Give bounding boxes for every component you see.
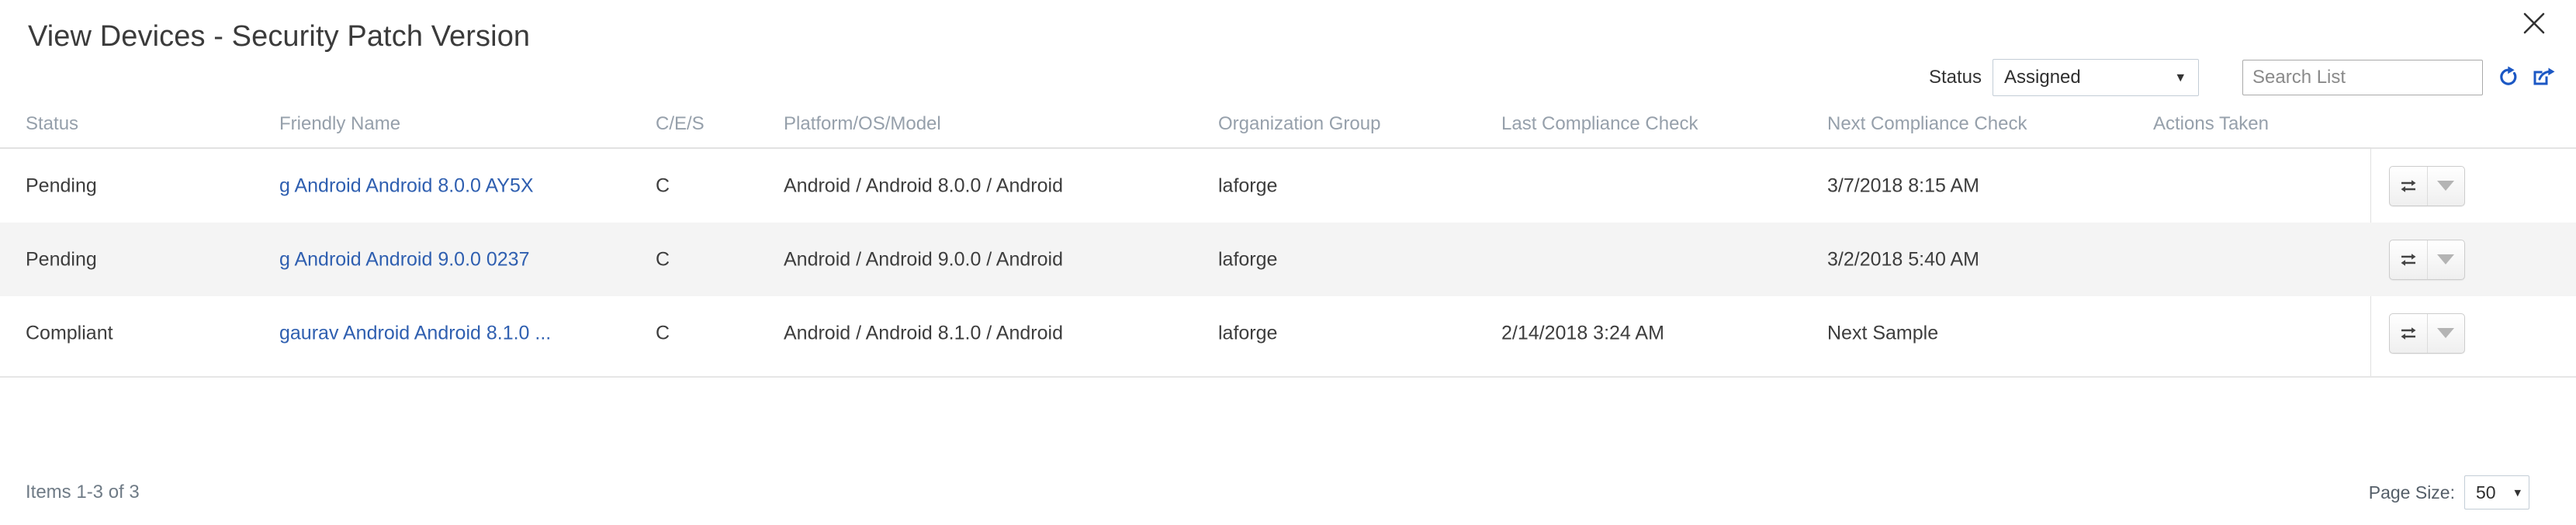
page-title: View Devices - Security Patch Version [28, 20, 531, 53]
status-filter-value: Assigned [2004, 67, 2081, 88]
sync-icon[interactable] [2390, 313, 2428, 353]
cell-next-check: Next Sample [1827, 322, 1939, 344]
devices-table: Status Friendly Name C/E/S Platform/OS/M… [0, 101, 2576, 465]
cell-platform: Android / Android 9.0.0 / Android [784, 248, 1063, 270]
cell-org-group: laforge [1218, 322, 1278, 344]
column-header-org-group[interactable]: Organization Group [1218, 113, 1380, 135]
cell-friendly-name[interactable]: gaurav Android Android 8.1.0 ... [279, 322, 551, 344]
sync-icon[interactable] [2390, 166, 2428, 206]
row-action-split-button[interactable] [2389, 165, 2465, 206]
cell-platform: Android / Android 8.1.0 / Android [784, 322, 1063, 344]
status-filter-select[interactable]: Assigned ▾ [1993, 59, 2199, 96]
table-frame-bottom-border [0, 376, 2576, 378]
view-devices-modal: View Devices - Security Patch Version St… [0, 0, 2576, 525]
page-size-select[interactable]: 50 ▾ [2464, 475, 2529, 509]
modal-footer: Items 1-3 of 3 Page Size: 50 ▾ [0, 465, 2576, 525]
cell-next-check: 3/7/2018 8:15 AM [1827, 174, 1979, 196]
caret-down-icon[interactable] [2428, 314, 2465, 353]
row-action-split-button[interactable] [2389, 239, 2465, 280]
page-size-label: Page Size: [2368, 482, 2455, 503]
table-row[interactable]: Pending g Android Android 8.0.0 AY5X C A… [0, 149, 2576, 223]
column-header-friendly-name[interactable]: Friendly Name [279, 113, 400, 135]
close-icon[interactable] [2514, 5, 2554, 42]
column-header-next-check[interactable]: Next Compliance Check [1827, 113, 2027, 135]
cell-status: Pending [26, 174, 97, 196]
cell-friendly-name[interactable]: g Android Android 9.0.0 0237 [279, 248, 530, 271]
chevron-down-icon: ▾ [2176, 69, 2184, 86]
table-row[interactable]: Compliant gaurav Android Android 8.1.0 .… [0, 296, 2576, 370]
caret-down-icon[interactable] [2428, 167, 2465, 206]
cell-ces: C [656, 248, 670, 270]
caret-down-icon[interactable] [2428, 240, 2465, 279]
status-filter-label: Status [1928, 67, 1982, 88]
cell-platform: Android / Android 8.0.0 / Android [784, 174, 1063, 196]
chevron-down-icon: ▾ [2514, 485, 2521, 500]
table-header-row: Status Friendly Name C/E/S Platform/OS/M… [0, 101, 2576, 149]
table-row[interactable]: Pending g Android Android 9.0.0 0237 C A… [0, 223, 2576, 296]
search-input[interactable] [2242, 60, 2483, 95]
cell-org-group: laforge [1218, 174, 1278, 196]
items-count-label: Items 1-3 of 3 [26, 482, 140, 503]
cell-org-group: laforge [1218, 248, 1278, 270]
column-header-ces[interactable]: C/E/S [656, 113, 705, 135]
cell-friendly-name[interactable]: g Android Android 8.0.0 AY5X [279, 174, 534, 197]
sync-icon[interactable] [2390, 240, 2428, 279]
column-header-platform[interactable]: Platform/OS/Model [784, 113, 941, 135]
devices-grid: Status Friendly Name C/E/S Platform/OS/M… [0, 101, 2576, 378]
cell-ces: C [656, 174, 670, 196]
cell-status: Compliant [26, 322, 113, 344]
cell-ces: C [656, 322, 670, 344]
cell-status: Pending [26, 248, 97, 270]
column-header-status[interactable]: Status [26, 113, 78, 135]
refresh-icon[interactable] [2495, 62, 2522, 93]
cell-last-check: 2/14/2018 3:24 AM [1501, 322, 1664, 344]
row-action-split-button[interactable] [2389, 313, 2465, 354]
page-size-value: 50 [2476, 482, 2496, 503]
page-size-control: Page Size: 50 ▾ [2369, 475, 2529, 509]
cell-next-check: 3/2/2018 5:40 AM [1827, 248, 1979, 270]
filter-bar: Status Assigned ▾ [0, 53, 2576, 101]
filter-controls: Status Assigned ▾ [1929, 59, 2557, 96]
modal-header: View Devices - Security Patch Version [0, 0, 2576, 53]
column-header-actions-taken[interactable]: Actions Taken [2153, 113, 2269, 135]
column-header-last-check[interactable]: Last Compliance Check [1501, 113, 1698, 135]
export-icon[interactable] [2531, 62, 2557, 93]
